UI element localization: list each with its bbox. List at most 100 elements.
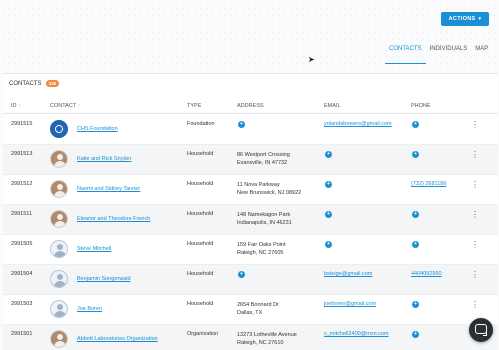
- more-options-icon[interactable]: ⋮: [471, 181, 479, 189]
- contact-name-link[interactable]: Abbott Laboratories Organization: [77, 336, 158, 342]
- contact-type: Foundation: [187, 121, 215, 127]
- address-line-1: 11 Nova Parkway: [237, 182, 280, 188]
- more-options-icon[interactable]: ⋮: [471, 211, 479, 219]
- column-header-id[interactable]: ID ↕: [11, 103, 21, 109]
- contact-id: 2991501: [11, 331, 33, 337]
- address-line-2: Dallas, TX: [237, 310, 263, 316]
- tab-map[interactable]: MAP: [471, 44, 492, 64]
- add-email-icon[interactable]: +: [325, 211, 332, 218]
- add-email-icon[interactable]: +: [325, 181, 332, 188]
- table-row[interactable]: 2991505 Steve Mitchell Household 159 Fair …: [3, 235, 498, 265]
- table-row[interactable]: 2991512 Naomi and Sidney Tanner Household …: [3, 175, 498, 205]
- address-line-1: 159 Fair Oaks Point: [237, 242, 286, 248]
- more-options-icon[interactable]: ⋮: [471, 151, 479, 159]
- address: 2654 Bonnard Dr Dallas, TX: [237, 301, 279, 317]
- address-line-2: Raleigh, NC 27605: [237, 250, 284, 256]
- contacts-panel: CONTACTS 336 ID ↕ CONTACT ↕ TYPE ADDRESS…: [3, 73, 498, 350]
- table-row[interactable]: 2991504 Benjamin Songerwald Household + bste…: [3, 265, 498, 295]
- table-header: ID ↕ CONTACT ↕ TYPE ADDRESS EMAIL PHONE: [3, 100, 498, 114]
- add-email-icon[interactable]: +: [325, 151, 332, 158]
- table-row[interactable]: 2991515 CHS Foundation Foundation + yolandab…: [3, 115, 498, 145]
- add-address-icon[interactable]: +: [238, 271, 245, 278]
- chevron-down-icon: ▾: [478, 15, 482, 22]
- add-phone-icon[interactable]: +: [412, 331, 419, 338]
- avatar: [50, 180, 68, 198]
- add-address-icon[interactable]: +: [238, 121, 245, 128]
- avatar: [50, 240, 68, 258]
- address-line-2: Indianapolis, IN 46231: [237, 220, 292, 226]
- chat-button[interactable]: [469, 318, 493, 342]
- mouse-cursor-icon: ➤: [308, 55, 315, 64]
- table-row[interactable]: 2991503 Joe Boren Household 2654 Bonnard D…: [3, 295, 498, 325]
- contact-name-link[interactable]: Joe Boren: [77, 306, 102, 312]
- phone-link[interactable]: 4404092960: [411, 271, 442, 277]
- add-phone-icon[interactable]: +: [412, 211, 419, 218]
- contact-type: Household: [187, 211, 214, 217]
- more-options-icon[interactable]: ⋮: [471, 121, 479, 129]
- email-link[interactable]: bsteige@gmail.com: [324, 271, 372, 277]
- actions-button[interactable]: ACTIONS ▾: [441, 12, 489, 26]
- tab-contacts[interactable]: CONTACTS: [385, 44, 426, 64]
- add-phone-icon[interactable]: +: [412, 151, 419, 158]
- sort-icon: ↕: [77, 103, 81, 109]
- contact-type: Household: [187, 301, 214, 307]
- contact-name-link[interactable]: CHS Foundation: [77, 126, 118, 132]
- table-row[interactable]: 2991501 Abbott Laboratories Organization O…: [3, 325, 498, 350]
- more-options-icon[interactable]: ⋮: [471, 301, 479, 309]
- contact-name-link[interactable]: Eleanor and Theodore French: [77, 216, 150, 222]
- address-line-1: 13273 Lotheville Avenue: [237, 332, 297, 338]
- contact-type: Household: [187, 181, 214, 187]
- address: 86 Westport Crossing Evansville, IN 4773…: [237, 151, 290, 167]
- address-line-2: New Brunswick, NJ 08922: [237, 190, 302, 196]
- column-header-type: TYPE: [187, 103, 202, 109]
- address: 13273 Lotheville Avenue Raleigh, NC 2761…: [237, 331, 297, 347]
- contact-type: Household: [187, 151, 214, 157]
- address-line-1: 148 Namekagon Park: [237, 212, 291, 218]
- contact-id: 2991511: [11, 211, 33, 217]
- contact-name-link[interactable]: Benjamin Songerwald: [77, 276, 131, 282]
- avatar: [50, 150, 68, 168]
- contact-name-link[interactable]: Naomi and Sidney Tanner: [77, 186, 140, 192]
- column-header-email: EMAIL: [324, 103, 341, 109]
- address-line-1: 86 Westport Crossing: [237, 152, 290, 158]
- address: 159 Fair Oaks Point Raleigh, NC 27605: [237, 241, 286, 257]
- top-bar: ACTIONS ▾: [0, 0, 499, 40]
- column-header-address: ADDRESS: [237, 103, 264, 109]
- more-options-icon[interactable]: ⋮: [471, 271, 479, 279]
- email-link[interactable]: joeboren@gmail.com: [324, 301, 376, 307]
- phone-link[interactable]: (732) 2681186: [411, 181, 446, 187]
- contact-id: 2991505: [11, 241, 33, 247]
- add-phone-icon[interactable]: +: [412, 241, 419, 248]
- contact-type: Household: [187, 241, 214, 247]
- address-line-2: Evansville, IN 47732: [237, 160, 288, 166]
- actions-label: ACTIONS: [448, 16, 476, 22]
- contact-id: 2991515: [11, 121, 33, 127]
- table-row[interactable]: 2991511 Eleanor and Theodore French Househ…: [3, 205, 498, 235]
- avatar: [50, 270, 68, 288]
- contact-id: 2991503: [11, 301, 33, 307]
- table-row[interactable]: 2991513 Katie and Rick Snyder Household 86…: [3, 145, 498, 175]
- contact-id: 2991513: [11, 151, 33, 157]
- contact-type: Household: [187, 271, 214, 277]
- more-options-icon[interactable]: ⋮: [471, 241, 479, 249]
- view-tabs: CONTACTS INDIVIDUALS MAP: [385, 44, 492, 64]
- contact-type: Organization: [187, 331, 219, 337]
- email-link[interactable]: s_mitchell2400@msn.com: [324, 331, 389, 337]
- panel-title-label: CONTACTS: [9, 80, 42, 87]
- tab-individuals[interactable]: INDIVIDUALS: [426, 44, 472, 64]
- panel-title: CONTACTS 336: [9, 80, 60, 87]
- avatar: [50, 300, 68, 318]
- email-link[interactable]: yolandabowers@gmail.com: [324, 121, 392, 127]
- add-email-icon[interactable]: +: [325, 241, 332, 248]
- avatar: [50, 120, 68, 138]
- contact-name-link[interactable]: Steve Mitchell: [77, 246, 111, 252]
- contact-name-link[interactable]: Katie and Rick Snyder: [77, 156, 131, 162]
- add-phone-icon[interactable]: +: [412, 121, 419, 128]
- column-header-contact[interactable]: CONTACT ↕: [50, 103, 80, 109]
- contact-id: 2991512: [11, 181, 33, 187]
- add-phone-icon[interactable]: +: [412, 301, 419, 308]
- count-badge: 336: [45, 80, 60, 87]
- column-header-phone: PHONE: [411, 103, 431, 109]
- address: 148 Namekagon Park Indianapolis, IN 4623…: [237, 211, 292, 227]
- sort-icon: ↕: [18, 103, 21, 109]
